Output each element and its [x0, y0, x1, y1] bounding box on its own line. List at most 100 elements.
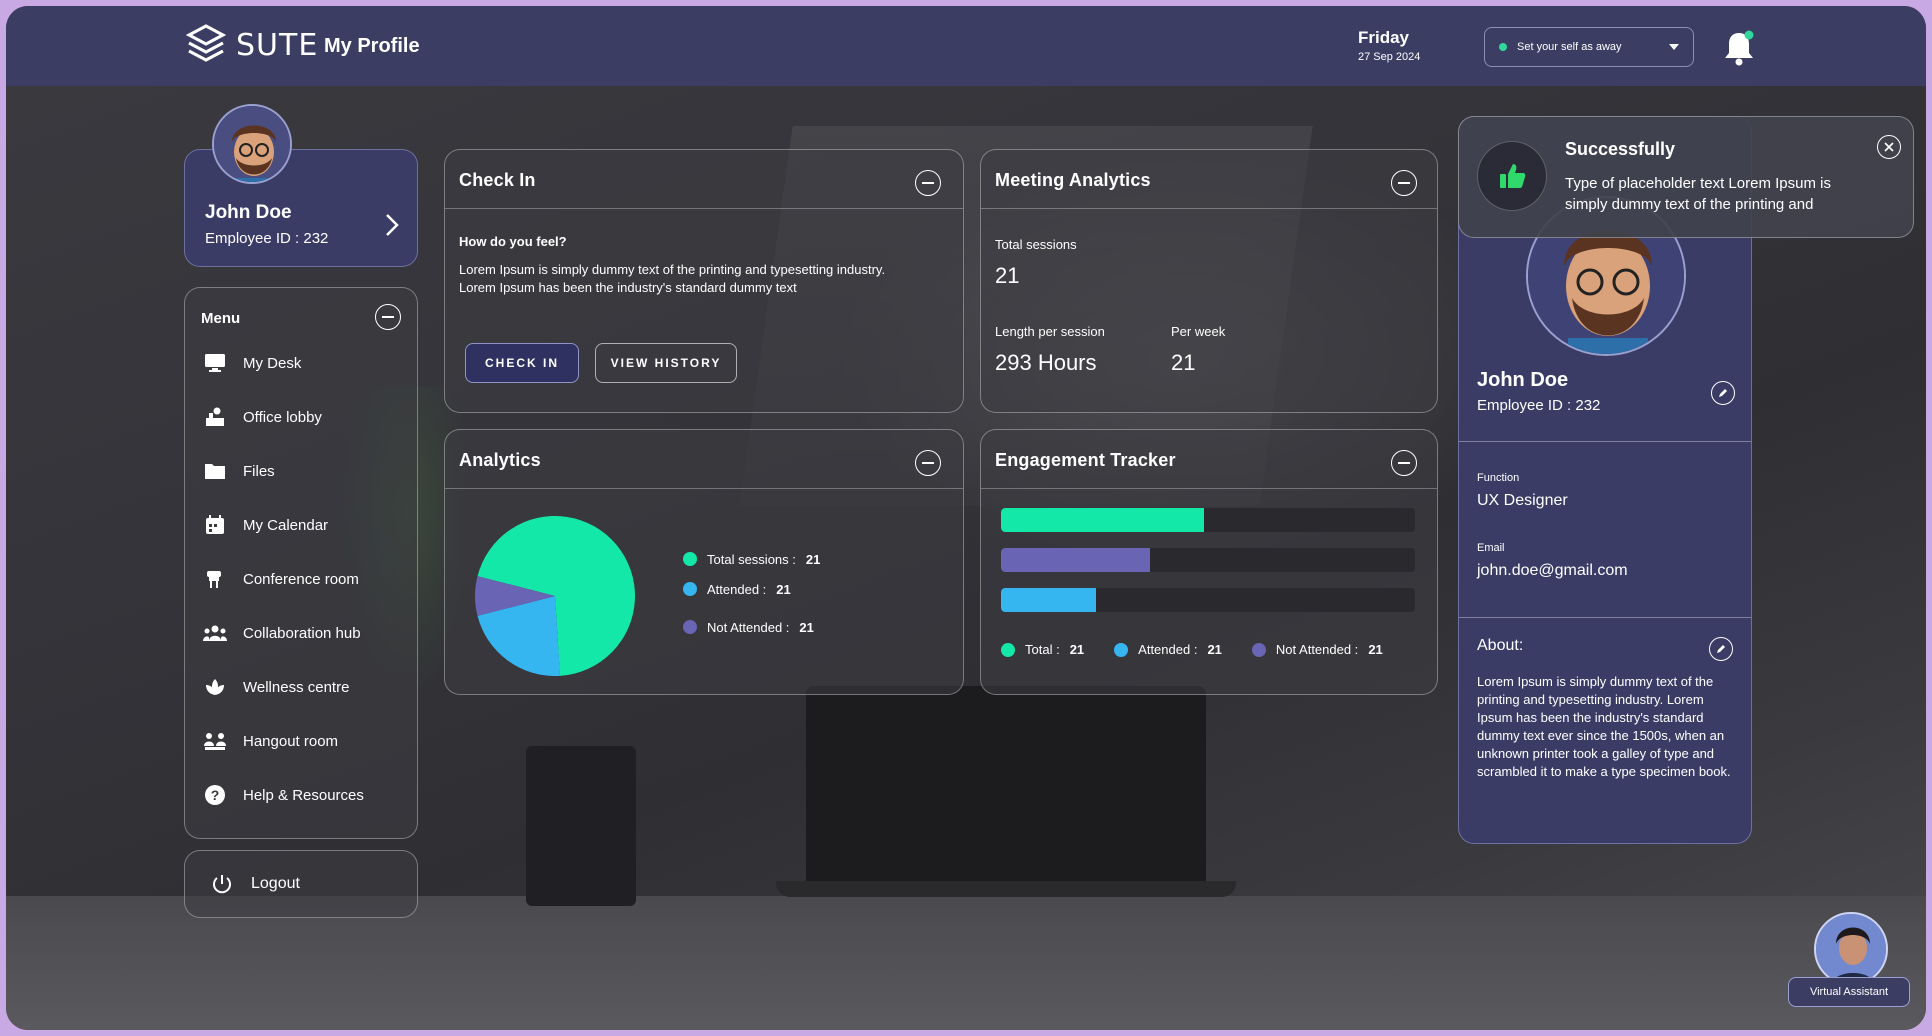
logo[interactable]: SUTE: [184, 23, 318, 67]
group-icon: [203, 621, 227, 645]
sidebar-item-files[interactable]: Files: [203, 444, 364, 498]
legend-dot: [683, 582, 697, 596]
check-in-button[interactable]: CHECK IN: [465, 343, 579, 383]
top-header: SUTE My Profile Friday 27 Sep 2024 Set y…: [6, 6, 1926, 86]
progress-track-total: [1001, 508, 1415, 532]
analytics-title: Analytics: [459, 450, 541, 470]
profile-mini-name: John Doe: [205, 202, 292, 223]
sidebar-item-my-calendar[interactable]: My Calendar: [203, 498, 364, 552]
analytics-legend: Total sessions : 21 Attended : 21 Not At…: [683, 544, 820, 642]
logo-text: SUTE: [236, 27, 319, 63]
divider: [1459, 441, 1751, 442]
pencil-icon: [1719, 389, 1727, 397]
legend-item-not-attended: Not Attended : 21: [683, 612, 820, 642]
sidebar-item-label: Conference room: [243, 570, 359, 588]
chevron-right-icon[interactable]: [383, 212, 401, 238]
divider: [1459, 617, 1751, 618]
app-frame: SUTE My Profile Friday 27 Sep 2024 Set y…: [6, 6, 1926, 1030]
progress-fill-total: [1001, 508, 1204, 532]
legend-label: Total sessions :: [707, 551, 796, 567]
divider: [445, 208, 963, 209]
calendar-icon: [203, 513, 227, 537]
meeting-analytics-card: Meeting Analytics Total sessions 21 Leng…: [980, 149, 1438, 413]
progress-track-attended: [1001, 588, 1415, 612]
sidebar-item-my-desk[interactable]: My Desk: [203, 336, 364, 390]
status-dropdown-label: Set your self as away: [1517, 41, 1622, 53]
legend-value: 21: [1207, 642, 1222, 657]
edit-profile-button[interactable]: [1711, 381, 1735, 405]
sidebar-item-label: Wellness centre: [243, 678, 350, 696]
view-history-button[interactable]: VIEW HISTORY: [595, 343, 737, 383]
legend-item-total: Total : 21: [1001, 642, 1084, 657]
legend-value: 21: [805, 551, 821, 567]
menu-list: My Desk Office lobby Files My Calendar C…: [203, 336, 364, 822]
divider: [981, 208, 1437, 209]
legend-label: Total :: [1025, 642, 1060, 657]
about-text: Lorem Ipsum is simply dummy text of the …: [1477, 674, 1731, 779]
sidebar-item-conference-room[interactable]: Conference room: [203, 552, 364, 606]
legend-label: Not Attended :: [1275, 642, 1359, 657]
feel-question: How do you feel?: [459, 234, 567, 249]
logo-mark-icon: [185, 24, 227, 62]
length-per-session-value: 293 Hours: [995, 350, 1097, 375]
hangout-icon: [203, 729, 227, 753]
toast-title: Successfully: [1565, 139, 1676, 159]
legend-value: 21: [799, 619, 814, 635]
sidebar-item-office-lobby[interactable]: Office lobby: [203, 390, 364, 444]
virtual-assistant-avatar[interactable]: [1814, 912, 1888, 986]
function-value: UX Designer: [1477, 492, 1568, 509]
sidebar-item-label: Help & Resources: [243, 786, 364, 804]
menu-title: Menu: [201, 310, 241, 327]
total-sessions-label: Total sessions: [995, 237, 1077, 252]
collapse-analytics-icon[interactable]: [915, 450, 941, 476]
sidebar-item-collaboration-hub[interactable]: Collaboration hub: [203, 606, 364, 660]
collapse-meeting-analytics-icon[interactable]: [1391, 170, 1417, 196]
status-dropdown[interactable]: Set your self as away: [1484, 27, 1694, 67]
email-label: Email: [1477, 542, 1505, 554]
function-label: Function: [1477, 472, 1520, 484]
progress-fill-not-attended: [1001, 548, 1151, 572]
legend-item-attended: Attended : 21: [1114, 642, 1222, 657]
legend-item-total-sessions: Total sessions : 21: [683, 544, 820, 574]
legend-dot: [683, 552, 697, 566]
collapse-menu-icon[interactable]: [375, 304, 401, 330]
status-dot-icon: [1499, 43, 1507, 51]
edit-about-button[interactable]: [1709, 637, 1733, 661]
sidebar-item-hangout-room[interactable]: Hangout room: [203, 714, 364, 768]
monitor-icon: [203, 351, 227, 375]
lobby-icon: [203, 405, 227, 429]
sidebar-item-label: Hangout room: [243, 732, 339, 750]
power-icon: [213, 875, 231, 894]
about-label: About:: [1477, 637, 1524, 654]
sidebar-item-help-resources[interactable]: ? Help & Resources: [203, 768, 364, 822]
profile-employee-id: Employee ID : 232: [1477, 397, 1601, 414]
legend-label: Attended :: [1138, 642, 1198, 657]
collapse-engagement-icon[interactable]: [1391, 450, 1417, 476]
notification-bell-icon[interactable]: [1722, 28, 1756, 66]
chevron-down-icon: [1669, 44, 1679, 50]
sidebar-item-label: Files: [243, 462, 275, 480]
legend-label: Not Attended :: [707, 619, 790, 635]
sidebar-item-label: My Calendar: [243, 516, 329, 534]
sidebar-item-label: Office lobby: [243, 408, 322, 426]
legend-value: 21: [1069, 642, 1085, 657]
sidebar-item-wellness-centre[interactable]: Wellness centre: [203, 660, 364, 714]
analytics-pie-chart: [475, 516, 635, 676]
close-icon[interactable]: [1877, 135, 1901, 159]
legend-dot: [1001, 642, 1015, 657]
length-per-session-label: Length per session: [995, 324, 1105, 339]
avatar[interactable]: [212, 104, 292, 184]
toast-message: Type of placeholder text Lorem Ipsum is …: [1565, 175, 1831, 213]
logout-button[interactable]: Logout: [184, 850, 418, 918]
conference-icon: [203, 567, 227, 591]
success-toast: Successfully Type of placeholder text Lo…: [1458, 116, 1914, 238]
virtual-assistant-button[interactable]: Virtual Assistant: [1788, 977, 1910, 1007]
collapse-check-in-icon[interactable]: [915, 170, 941, 196]
total-sessions-value: 21: [995, 263, 1020, 288]
legend-label: Attended :: [707, 581, 767, 597]
logout-label: Logout: [251, 875, 300, 892]
email-value: john.doe@gmail.com: [1477, 562, 1628, 579]
profile-mini-employee-id: Employee ID : 232: [205, 230, 329, 247]
legend-item-attended: Attended : 21: [683, 574, 820, 604]
check-in-card: Check In How do you feel? Lorem Ipsum is…: [444, 149, 964, 413]
